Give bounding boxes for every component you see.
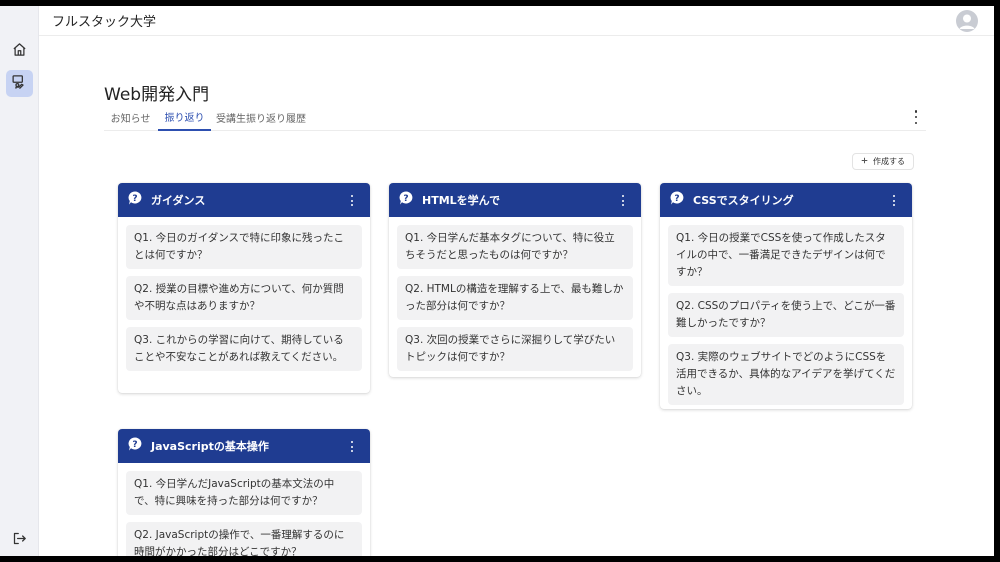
question-item: Q3. 実際のウェブサイトでどのようにCSSを活用できるか、具体的なアイデアを挙…	[668, 344, 904, 405]
sidebar-item-logout[interactable]	[6, 527, 33, 554]
question-item: Q2. JavaScriptの操作で、一番理解するのに時間がかかった部分はどこで…	[126, 522, 362, 556]
card-header: ? HTMLを学んで	[389, 183, 641, 217]
reflection-card: ? CSSでスタイリング Q1. 今日の授業でCSSを使って作成したスタイルの中…	[660, 183, 912, 409]
svg-text:?: ?	[132, 440, 137, 450]
home-icon	[12, 42, 27, 61]
question-bubble-icon: ?	[127, 190, 143, 210]
card-title: CSSでスタイリング	[693, 194, 794, 207]
svg-text:?: ?	[132, 194, 137, 204]
top-bar: フルスタック大学	[39, 6, 994, 36]
reflection-card: ? JavaScriptの基本操作 Q1. 今日学んだJavaScriptの基本…	[118, 429, 370, 556]
app-frame: フルスタック大学 Web開発入門 お知らせ 振り返り 受講生振り返り履歴 作成す…	[0, 6, 994, 556]
card-header: ? JavaScriptの基本操作	[118, 429, 370, 463]
sidebar-item-reflection[interactable]	[6, 70, 33, 97]
sidebar-item-home[interactable]	[6, 38, 33, 65]
avatar[interactable]	[956, 10, 978, 32]
card-body: Q1. 今日学んだ基本タグについて、特に役立ちそうだと思ったものは何ですか？ Q…	[389, 217, 641, 377]
question-item: Q2. HTMLの構造を理解する上で、最も難しかった部分は何ですか？	[397, 276, 633, 320]
card-menu-icon[interactable]	[891, 195, 897, 206]
card-title: JavaScriptの基本操作	[151, 440, 269, 453]
tab-reflection[interactable]: 振り返り	[158, 104, 211, 131]
tab-announcements[interactable]: お知らせ	[104, 104, 157, 131]
app-title: フルスタック大学	[52, 15, 157, 30]
card-menu-icon[interactable]	[349, 441, 355, 452]
svg-text:?: ?	[674, 194, 679, 204]
question-bubble-icon: ?	[398, 190, 414, 210]
create-button[interactable]: 作成する	[852, 153, 914, 170]
user-icon	[959, 14, 975, 29]
reflection-card: ? ガイダンス Q1. 今日のガイダンスで特に印象に残ったことは何ですか？ Q2…	[118, 183, 370, 393]
question-item: Q3. 次回の授業でさらに深掘りして学びたいトピックは何ですか？	[397, 327, 633, 371]
logout-icon	[12, 531, 27, 550]
card-body: Q1. 今日のガイダンスで特に印象に残ったことは何ですか？ Q2. 授業の目標や…	[118, 217, 370, 381]
sidebar	[0, 6, 39, 556]
card-title: HTMLを学んで	[422, 194, 501, 207]
reflection-card: ? HTMLを学んで Q1. 今日学んだ基本タグについて、特に役立ちそうだと思っ…	[389, 183, 641, 377]
card-header: ? ガイダンス	[118, 183, 370, 217]
svg-text:?: ?	[403, 194, 408, 204]
question-item: Q2. CSSのプロパティを使う上で、どこが一番難しかったですか？	[668, 293, 904, 337]
question-item: Q3. これからの学習に向けて、期待していることや不安なことがあれば教えてくださ…	[126, 327, 362, 371]
more-options-icon[interactable]	[910, 110, 922, 124]
card-menu-icon[interactable]	[349, 195, 355, 206]
card-body: Q1. 今日の授業でCSSを使って作成したスタイルの中で、一番満足できたデザイン…	[660, 217, 912, 409]
question-item: Q2. 授業の目標や進め方について、何か質問や不明な点はありますか？	[126, 276, 362, 320]
card-menu-icon[interactable]	[620, 195, 626, 206]
create-button-label: 作成する	[873, 157, 905, 166]
card-title: ガイダンス	[151, 194, 206, 207]
card-body: Q1. 今日学んだJavaScriptの基本文法の中で、特に興味を持った部分は何…	[118, 463, 370, 556]
question-item: Q1. 今日のガイダンスで特に印象に残ったことは何ですか？	[126, 225, 362, 269]
question-item: Q1. 今日の授業でCSSを使って作成したスタイルの中で、一番満足できたデザイン…	[668, 225, 904, 286]
reflection-icon	[11, 73, 28, 94]
card-header: ? CSSでスタイリング	[660, 183, 912, 217]
tab-bar: お知らせ 振り返り 受講生振り返り履歴	[104, 104, 926, 131]
question-item: Q1. 今日学んだ基本タグについて、特に役立ちそうだと思ったものは何ですか？	[397, 225, 633, 269]
question-bubble-icon: ?	[669, 190, 685, 210]
question-bubble-icon: ?	[127, 436, 143, 456]
question-item: Q1. 今日学んだJavaScriptの基本文法の中で、特に興味を持った部分は何…	[126, 471, 362, 515]
tab-student-history[interactable]: 受講生振り返り履歴	[212, 104, 310, 131]
page-title: Web開発入門	[104, 85, 210, 105]
plus-icon	[861, 157, 868, 166]
